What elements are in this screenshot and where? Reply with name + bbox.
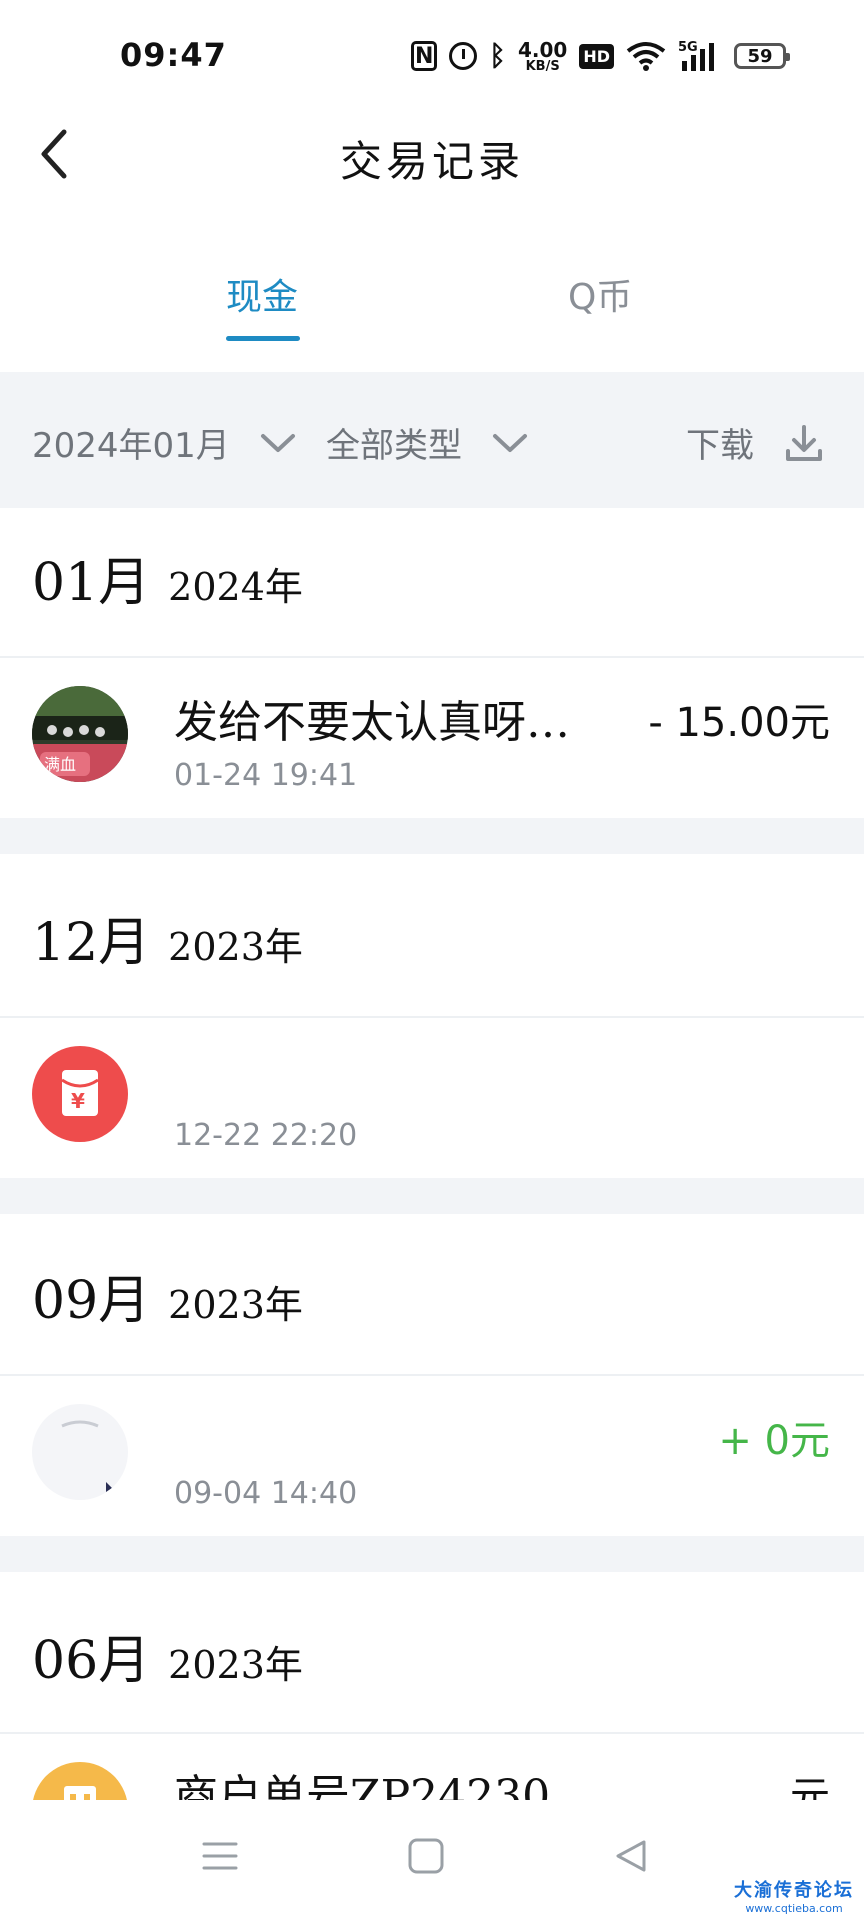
watermark-sub: www.cqtieba.com bbox=[745, 1902, 843, 1915]
speed-value: 4.00 bbox=[517, 37, 568, 62]
section-year: 2024年 bbox=[168, 565, 303, 609]
section-year: 2023年 bbox=[168, 1283, 303, 1327]
transaction-amount: + 0元 bbox=[718, 1418, 830, 1464]
type-selector[interactable]: 全部类型 bbox=[326, 418, 528, 467]
hd-icon: HD bbox=[579, 43, 614, 69]
battery-level: 59 bbox=[747, 45, 773, 67]
user-avatar bbox=[32, 1404, 128, 1500]
month-selector[interactable]: 2024年01月 bbox=[32, 418, 296, 467]
section-gap bbox=[0, 818, 864, 854]
alarm-icon bbox=[449, 42, 478, 70]
signal-icon: 5G bbox=[678, 39, 722, 73]
transaction-title: 发给不要太认真呀… bbox=[174, 697, 570, 748]
chevron-down-icon bbox=[493, 433, 527, 452]
section-gap bbox=[0, 1536, 864, 1572]
month-selector-label: 2024年01月 bbox=[32, 426, 230, 466]
status-bar: 09:47 N ᛒ 4.00 KB/S HD 5G 59 bbox=[0, 0, 864, 110]
section-month: 06月 bbox=[32, 1631, 151, 1691]
home-button[interactable] bbox=[406, 1836, 446, 1880]
transaction-row[interactable]: 满血 发给不要太认真呀… 01-24 19:41 - 15.00元 bbox=[0, 658, 864, 818]
home-icon bbox=[408, 1838, 444, 1874]
transaction-amount: 元 bbox=[790, 1774, 830, 1800]
transaction-time: 01-24 19:41 bbox=[174, 758, 358, 793]
network-speed: 4.00 KB/S bbox=[518, 40, 567, 73]
page-title: 交易记录 bbox=[339, 137, 524, 186]
wifi-icon bbox=[626, 41, 666, 71]
avatar-caption: 满血 bbox=[44, 755, 76, 774]
section-year: 2023年 bbox=[168, 1643, 303, 1687]
download-icon bbox=[786, 424, 822, 461]
nfc-icon: N bbox=[411, 41, 438, 71]
transaction-row[interactable]: ¥ 12-22 22:20 bbox=[0, 1018, 864, 1178]
menu-icon bbox=[202, 1842, 238, 1870]
transaction-time: 12-22 22:20 bbox=[174, 1118, 358, 1153]
section-year: 2023年 bbox=[168, 925, 303, 969]
active-tab-indicator bbox=[226, 336, 300, 341]
back-nav-button[interactable] bbox=[612, 1836, 652, 1880]
battery-icon: 59 bbox=[734, 43, 790, 69]
status-time: 09:47 bbox=[120, 36, 227, 74]
section-header: 12月 2023年 bbox=[32, 900, 303, 980]
menu-button[interactable] bbox=[200, 1836, 240, 1880]
section-header: 06月 2023年 bbox=[32, 1618, 303, 1698]
section-month: 12月 bbox=[32, 913, 151, 973]
status-icons: N ᛒ 4.00 KB/S HD 5G 59 bbox=[411, 36, 790, 76]
filter-bar: 2024年01月 全部类型 下载 bbox=[0, 372, 864, 508]
watermark-main: 大渝传奇论坛 bbox=[734, 1880, 854, 1901]
section-month: 09月 bbox=[32, 1271, 151, 1331]
download-button[interactable]: 下载 bbox=[686, 418, 824, 467]
user-avatar: 满血 bbox=[32, 686, 128, 782]
section-header: 01月 2024年 bbox=[32, 540, 303, 620]
speed-unit: KB/S bbox=[525, 58, 560, 74]
section-header: 09月 2023年 bbox=[32, 1258, 303, 1338]
transaction-row[interactable]: 商户单号ZP24230… 元 bbox=[0, 1734, 864, 1800]
network-type: 5G bbox=[678, 40, 698, 55]
merchant-icon bbox=[32, 1762, 128, 1800]
red-packet-icon: ¥ bbox=[32, 1046, 128, 1142]
svg-text:¥: ¥ bbox=[71, 1089, 85, 1113]
section-month: 01月 bbox=[32, 553, 151, 613]
tab-q-coin[interactable]: Q币 bbox=[568, 268, 632, 320]
bluetooth-icon: ᛒ bbox=[489, 39, 506, 72]
triangle-back-icon bbox=[616, 1840, 646, 1872]
app-header: 交易记录 bbox=[0, 110, 864, 200]
transaction-title: 商户单号ZP24230… bbox=[174, 1771, 595, 1800]
type-selector-label: 全部类型 bbox=[326, 426, 462, 466]
chevron-down-icon bbox=[260, 433, 295, 452]
transaction-row[interactable]: 09-04 14:40 + 0元 bbox=[0, 1376, 864, 1536]
tab-cash[interactable]: 现金 bbox=[226, 268, 298, 320]
transaction-amount: - 15.00元 bbox=[648, 700, 830, 746]
transaction-time: 09-04 14:40 bbox=[174, 1476, 358, 1511]
tab-bar: 现金 Q币 bbox=[0, 240, 864, 350]
download-label: 下载 bbox=[686, 426, 754, 466]
watermark: 大渝传奇论坛 www.cqtieba.com bbox=[734, 1876, 854, 1915]
section-gap bbox=[0, 1178, 864, 1214]
